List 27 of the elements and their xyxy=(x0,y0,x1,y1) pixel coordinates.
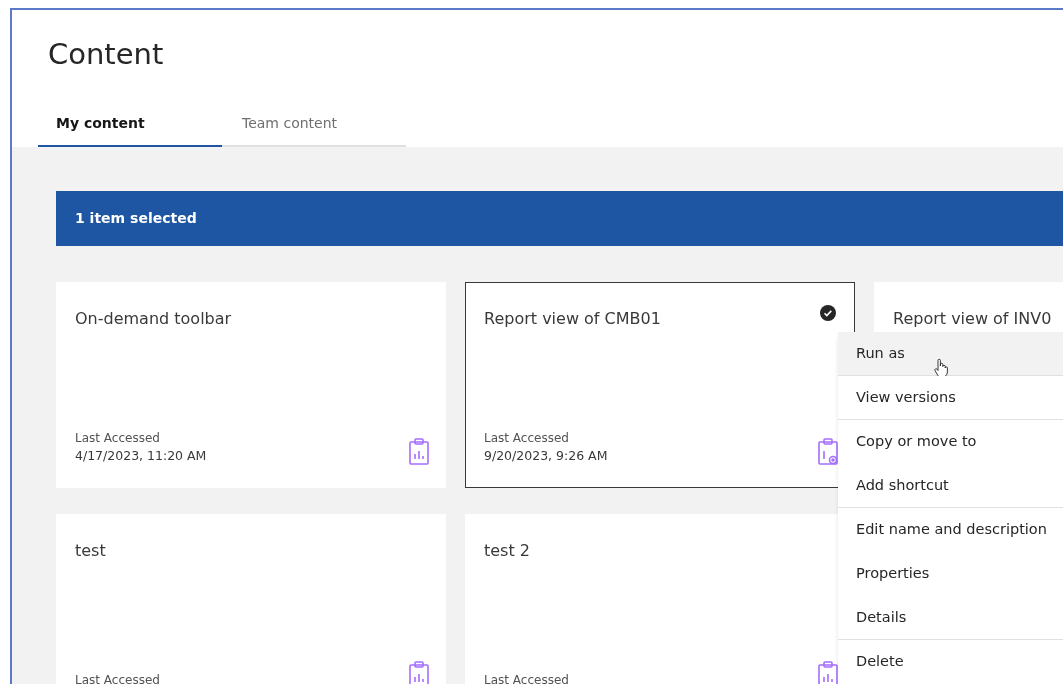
content-card[interactable]: Report view of CMB01 Last Accessed 9/20/2023, 9:26 AM xyxy=(465,282,855,489)
content-card[interactable]: test Last Accessed xyxy=(56,514,446,684)
menu-item[interactable]: Run as xyxy=(838,332,1063,376)
meta-label: Last Accessed xyxy=(75,430,161,448)
menu-item[interactable]: Details xyxy=(838,596,1063,640)
card-title: On-demand toolbar xyxy=(75,308,232,331)
card-title: test xyxy=(75,540,106,563)
card-title: Report view of CMB01 xyxy=(484,308,661,331)
content-card[interactable]: On-demand toolbar Last Accessed 4/17/2023, 11:20 AM xyxy=(56,282,446,489)
hand-cursor-icon xyxy=(934,358,948,378)
meta-label: Last Accessed xyxy=(484,672,569,684)
menu-item[interactable]: View versions xyxy=(838,376,1063,420)
selection-bar: 1 item selected xyxy=(56,191,1063,247)
clipboard-eye-icon xyxy=(818,438,838,466)
meta-label: Last Accessed xyxy=(484,430,570,448)
clipboard-chart-icon xyxy=(409,438,429,466)
meta-label: Last Accessed xyxy=(75,672,160,684)
menu-item[interactable]: Add shortcut xyxy=(838,464,1063,508)
access-date: 9/20/2023, 9:26 AM xyxy=(484,447,608,466)
clipboard-chart-icon xyxy=(818,661,838,684)
card-title: Report view of INV0 xyxy=(893,308,1052,331)
access-date: 4/17/2023, 11:20 AM xyxy=(75,447,207,466)
page-title: Content xyxy=(48,36,165,73)
checkmark-icon xyxy=(820,305,836,322)
clipboard-chart-icon xyxy=(409,661,429,684)
menu-item[interactable]: Delete xyxy=(838,640,1063,684)
card-title: test 2 xyxy=(484,540,530,563)
